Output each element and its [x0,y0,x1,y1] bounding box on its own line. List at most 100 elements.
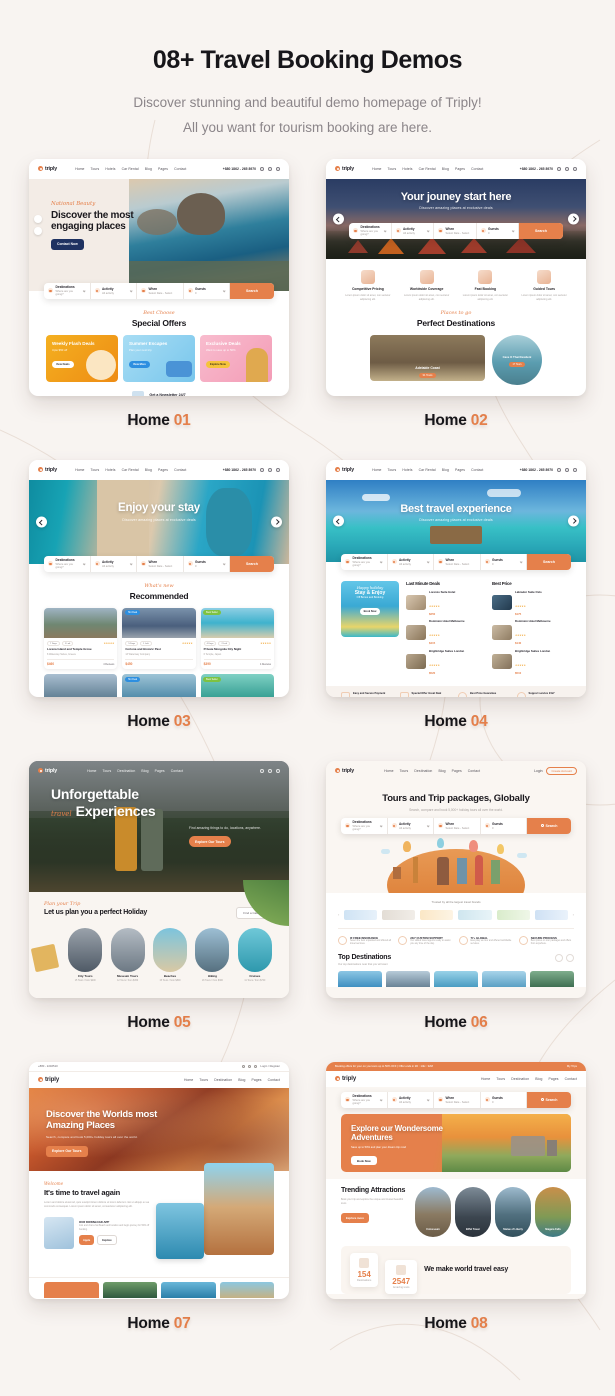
nav-menu[interactable]: Home Tours Hotels Car Rental Blog Pages … [372,167,483,171]
user-icon[interactable] [268,166,272,171]
cart-icon[interactable] [276,467,280,472]
nav-item[interactable]: Contact [468,769,480,773]
bottom-thumb[interactable] [102,1281,157,1298]
destination-cta[interactable]: 31 Tours [418,373,437,379]
category-item[interactable]: Cruises 11 Tours / from $700 [236,927,274,982]
nav-item[interactable]: Blog [442,167,449,171]
promo-topbar-right[interactable]: My Trips [567,1065,577,1068]
search-bar[interactable]: Destinations Where are you going? Activit… [349,222,563,239]
nav-menu[interactable]: Home Tours Hotels Car Rental Blog Pages … [372,468,483,472]
search-button[interactable]: Search [230,282,274,299]
search-icon[interactable] [557,166,561,171]
slider-next-button[interactable] [568,213,579,225]
nav-item[interactable]: Tours [91,468,100,472]
nav-item[interactable]: Tours [496,1077,505,1081]
destination-thumb[interactable] [386,970,430,987]
demo-preview-home-04[interactable]: triply Home Tours Hotels Car Rental Blog… [326,459,586,697]
search-field-when[interactable]: When Select Date - Select [434,1091,481,1108]
search-field-guests[interactable]: Guests 0 [481,1091,527,1108]
listing-card[interactable]: 7 Days 1 Left ★★★★★ Lorena Island and Te… [44,607,118,670]
search-field-when[interactable]: When Select Date - Select [434,553,481,570]
category-item[interactable]: Museum Tours 12 Tours / from $450 [108,927,146,982]
nav-item[interactable]: Tours [91,167,100,171]
nav-item[interactable]: Blog [145,167,152,171]
demo-preview-home-07[interactable]: +880 - 2246510 Login / Register triply H… [29,1061,289,1299]
deal-item[interactable]: Brightridge Suites London ★★★★★ $510 [492,649,571,675]
offer-button[interactable]: View Deals [52,361,74,369]
nav-item[interactable]: Car Rental [122,167,139,171]
search-field-activity[interactable]: Activity All activity [388,1091,434,1108]
nav-item[interactable]: Car Rental [122,468,139,472]
offer-card[interactable]: Exclusive Deals Want to save up to 50% E… [200,334,272,382]
nav-item[interactable]: Home [384,769,393,773]
carousel-controls[interactable] [555,954,574,963]
search-button[interactable]: Search [230,555,274,572]
destination-card[interactable]: Cave O Thai Resident 17 Tours [492,335,542,386]
promo-cta-button[interactable]: Book Now [359,608,381,615]
demo-preview-home-05[interactable]: triply Home Tours Destination Blog Pages… [29,760,289,998]
search-field-destination[interactable]: Destinations Where are you going? [341,817,388,834]
nav-item[interactable]: Car Rental [419,167,436,171]
slider-next-button[interactable] [34,226,42,235]
nav-item[interactable]: Pages [455,167,465,171]
carousel-next[interactable] [566,954,574,963]
search-bar[interactable]: Destinations Where are you going? Activit… [341,553,571,570]
search-bar[interactable]: Destinations Where are you going? Activit… [44,555,274,572]
nav-item[interactable]: Home [87,769,96,773]
hero-cta-button[interactable]: Contact Now [51,238,84,250]
search-field-when[interactable]: When Select Date - Select [137,555,184,572]
search-field-activity[interactable]: Activity All activity [91,555,137,572]
deal-item[interactable]: Lorenzo Suite Hotel ★★★★★ $250 [406,590,485,616]
topbar-auth[interactable]: Login / Register [260,1064,280,1068]
nav-menu[interactable]: Home Tours Destination Blog Pages Contac… [384,769,480,773]
listing-card[interactable]: Best Seller [200,674,274,697]
nav-item[interactable]: Destination [414,769,432,773]
nav-item[interactable]: Home [372,167,381,171]
slider-prev-button[interactable] [34,214,42,223]
search-field-destination[interactable]: Destinations Where are you going? [341,553,388,570]
nav-menu[interactable]: Home Tours Hotels Car Rental Blog Pages … [75,167,186,171]
attraction-card[interactable]: Niagara Falls [535,1186,571,1237]
destination-thumb[interactable] [434,970,478,987]
phone-number[interactable]: +880 1862 - 265 8970 [520,468,553,472]
signup-button[interactable]: Create Account [546,766,577,776]
search-icon[interactable] [268,768,272,773]
globe-icon[interactable] [260,768,264,773]
nav-item[interactable]: Home [75,468,84,472]
carousel-next[interactable]: › [573,912,574,917]
search-field-activity[interactable]: Activity All activity [392,222,434,239]
destination-thumb[interactable] [338,970,382,987]
listing-card[interactable]: Hot Deal 5 Days 1 Left ★★★★★ Cortona and… [122,607,196,670]
deal-item[interactable]: Labrador Suite Oslo ★★★★★ $175 [492,590,571,616]
nav-item[interactable]: Tours [388,167,397,171]
nav-item[interactable]: Hotels [402,468,412,472]
nav-item[interactable]: Contact [565,1077,577,1081]
demo-preview-home-06[interactable]: triply Home Tours Destination Blog Pages… [326,760,586,998]
search-field-when[interactable]: When Select Date - Select [434,817,481,834]
search-field-when[interactable]: When Select Date - Select [137,282,184,299]
slider-prev-button[interactable] [333,213,344,225]
nav-item[interactable]: Pages [158,468,168,472]
nav-item[interactable]: Blog [442,468,449,472]
attraction-card[interactable]: Colosseum [415,1186,451,1237]
listing-card[interactable]: Best Seller 4 Days 2 Left ★★★★★ Private … [200,607,274,670]
listing-card[interactable]: Hot Deal [122,674,196,697]
nav-item[interactable]: Home [481,1077,490,1081]
nav-item[interactable]: Home [75,167,84,171]
search-icon[interactable] [260,166,264,171]
demo-preview-home-03[interactable]: triply Home Tours Hotels Car Rental Blog… [29,459,289,697]
nav-item[interactable]: Destination [511,1077,529,1081]
search-button[interactable]: Search [527,553,571,570]
destination-thumb[interactable] [482,970,526,987]
menu-icon[interactable] [276,768,280,773]
search-field-destination[interactable]: Destinations Where are you going? [341,1091,388,1108]
destination-thumb[interactable] [530,970,574,987]
nav-item[interactable]: Car Rental [419,468,436,472]
instagram-icon[interactable] [254,1064,258,1068]
search-field-guests[interactable]: Guests 0 [481,817,527,834]
search-bar[interactable]: Destinations Where are you going? Activit… [44,282,274,299]
search-field-guests[interactable]: Guests 0 [184,282,230,299]
search-field-activity[interactable]: Activity All activity [388,817,434,834]
nav-item[interactable]: Contact [174,167,186,171]
slider-prev-button[interactable] [36,516,47,528]
